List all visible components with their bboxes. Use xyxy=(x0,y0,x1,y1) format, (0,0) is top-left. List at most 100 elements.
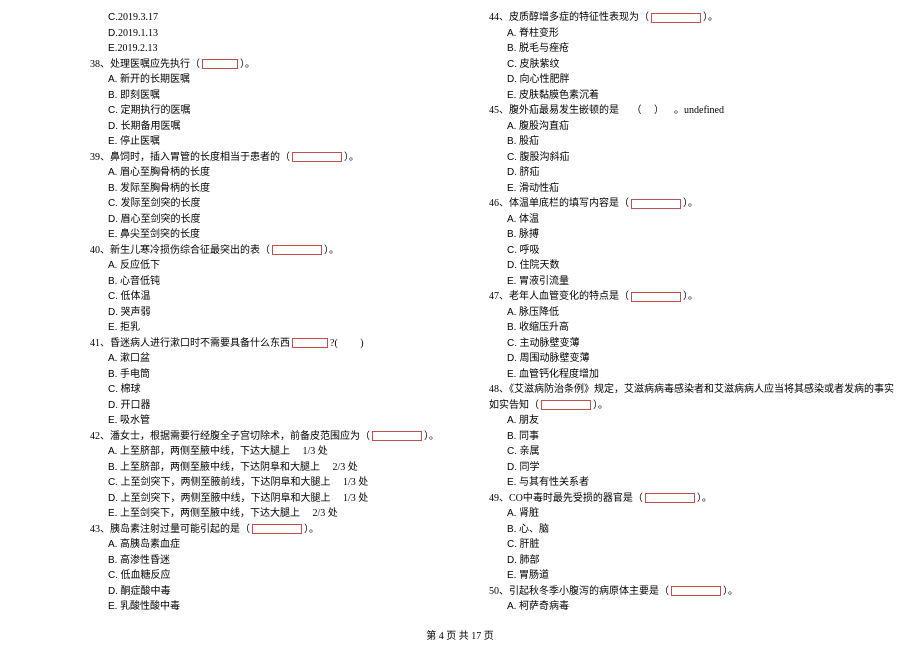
option-letter: A. xyxy=(108,74,117,85)
option-letter: A. xyxy=(507,601,516,612)
option: B. 收缩压升高 xyxy=(507,320,894,336)
option-letter: E. xyxy=(108,136,117,147)
option-letter: A. xyxy=(507,415,516,426)
option-letter: A. xyxy=(108,167,117,178)
option-letter: E. xyxy=(108,601,117,612)
option-letter: B. xyxy=(507,524,516,535)
option: C. 肝脏 xyxy=(507,537,894,553)
option: E. 吸水管 xyxy=(108,413,439,429)
option-letter: B. xyxy=(108,276,117,287)
option: D. 酮症酸中毒 xyxy=(108,584,439,600)
answer-blank[interactable] xyxy=(631,199,681,209)
option: D. 脐疝 xyxy=(507,165,894,181)
page-number: 第 4 页 共 17 页 xyxy=(426,631,494,642)
option: B. 脉搏 xyxy=(507,227,894,243)
question-line: 42、潘女士，根据需要行经腹全子宫切除术，前备皮范围应为（）。 xyxy=(90,429,439,445)
right-column: 44、皮质醇增多症的特征性表现为（）。A. 脊柱变形B. 脱毛与痤疮C. 皮肤紫… xyxy=(479,10,894,590)
answer-blank[interactable] xyxy=(671,586,721,596)
option-letter: D. xyxy=(507,167,517,178)
option: B. 脱毛与痤疮 xyxy=(507,41,894,57)
option-letter: E. xyxy=(507,570,516,581)
option-letter: D. xyxy=(507,74,517,85)
page-footer: 第 4 页 共 17 页 xyxy=(0,627,920,642)
option-letter: C. xyxy=(507,245,517,256)
option: E. 停止医嘱 xyxy=(108,134,439,150)
option: B. 即刻医嘱 xyxy=(108,88,439,104)
option: C. 定期执行的医嘱 xyxy=(108,103,439,119)
option: C. 呼吸 xyxy=(507,243,894,259)
option: C. 发际至剑突的长度 xyxy=(108,196,439,212)
option: A. 肾脏 xyxy=(507,506,894,522)
option: D. 长期备用医嘱 xyxy=(108,119,439,135)
option: B. 股疝 xyxy=(507,134,894,150)
option: A. 柯萨奇病毒 xyxy=(507,599,894,615)
question-line: 43、胰岛素注射过量可能引起的是（）。 xyxy=(90,522,439,538)
option-letter: B. xyxy=(108,555,117,566)
option: C. 主动脉壁变薄 xyxy=(507,336,894,352)
option: B. 心音低钝 xyxy=(108,274,439,290)
option: E. 上至剑突下，两侧至腋中线，下达大腿上 2/3 处 xyxy=(108,506,439,522)
option-letter: E. xyxy=(507,477,516,488)
option: C. 上至剑突下，两侧至腋前线，下达阴阜和大腿上 1/3 处 xyxy=(108,475,439,491)
option: A. 脊柱变形 xyxy=(507,26,894,42)
question-line: 48、《艾滋病防治条例》规定，艾滋病病毒感染者和艾滋病病人应当将其感染或者发病的… xyxy=(489,382,894,398)
option-letter: D. xyxy=(507,462,517,473)
option: E. 血管钙化程度增加 xyxy=(507,367,894,383)
option-letter: A. xyxy=(108,260,117,271)
option-letter: A. xyxy=(108,539,117,550)
exam-page: C.2019.3.17D.2019.1.13E.2019.2.1338、处理医嘱… xyxy=(0,0,920,620)
option: A. 新开的长期医嘱 xyxy=(108,72,439,88)
option: C.2019.3.17 xyxy=(108,10,439,26)
option-letter: D. xyxy=(108,307,118,318)
option-letter: C. xyxy=(507,59,517,70)
option-letter: C. xyxy=(108,12,118,23)
answer-blank[interactable] xyxy=(631,292,681,302)
option-letter: A. xyxy=(507,307,516,318)
option: A. 眉心至胸骨柄的长度 xyxy=(108,165,439,181)
answer-blank[interactable] xyxy=(252,524,302,534)
option-letter: E. xyxy=(507,183,516,194)
answer-blank[interactable] xyxy=(372,431,422,441)
option: C. 低体温 xyxy=(108,289,439,305)
option: A. 高胰岛素血症 xyxy=(108,537,439,553)
option-letter: B. xyxy=(507,431,516,442)
question-line: 46、体温单底栏的填写内容是（）。 xyxy=(489,196,894,212)
option: E. 滑动性疝 xyxy=(507,181,894,197)
option-letter: C. xyxy=(108,291,118,302)
option: E. 胃肠道 xyxy=(507,568,894,584)
option-letter: E. xyxy=(108,415,117,426)
option: B. 手电筒 xyxy=(108,367,439,383)
option: E. 拒乳 xyxy=(108,320,439,336)
option-letter: D. xyxy=(108,214,118,225)
option: A. 体温 xyxy=(507,212,894,228)
answer-blank[interactable] xyxy=(651,13,701,23)
option: E. 与其有性关系者 xyxy=(507,475,894,491)
option-letter: D. xyxy=(507,555,517,566)
option: A. 反应低下 xyxy=(108,258,439,274)
option-letter: B. xyxy=(507,229,516,240)
question-line: 44、皮质醇增多症的特征性表现为（）。 xyxy=(489,10,894,26)
answer-blank[interactable] xyxy=(292,152,342,162)
option: E.2019.2.13 xyxy=(108,41,439,57)
option-letter: E. xyxy=(108,322,117,333)
option: A. 漱口盆 xyxy=(108,351,439,367)
option-letter: A. xyxy=(507,121,516,132)
option-letter: C. xyxy=(507,446,517,457)
option: D. 哭声弱 xyxy=(108,305,439,321)
question-line: 40、新生儿寒冷损伤综合征最突出的表（）。 xyxy=(90,243,439,259)
option: D. 开口器 xyxy=(108,398,439,414)
answer-blank[interactable] xyxy=(645,493,695,503)
option-letter: B. xyxy=(108,90,117,101)
option-letter: E. xyxy=(507,276,516,287)
option-letter: D. xyxy=(108,121,118,132)
option-letter: E. xyxy=(108,229,117,240)
option-letter: A. xyxy=(507,28,516,39)
answer-blank[interactable] xyxy=(202,59,238,69)
answer-blank[interactable] xyxy=(541,400,591,410)
option: E. 胃液引流量 xyxy=(507,274,894,290)
option-letter: B. xyxy=(108,369,117,380)
option: D. 同学 xyxy=(507,460,894,476)
answer-blank[interactable] xyxy=(272,245,322,255)
answer-blank[interactable] xyxy=(292,338,328,348)
option: D. 眉心至剑突的长度 xyxy=(108,212,439,228)
